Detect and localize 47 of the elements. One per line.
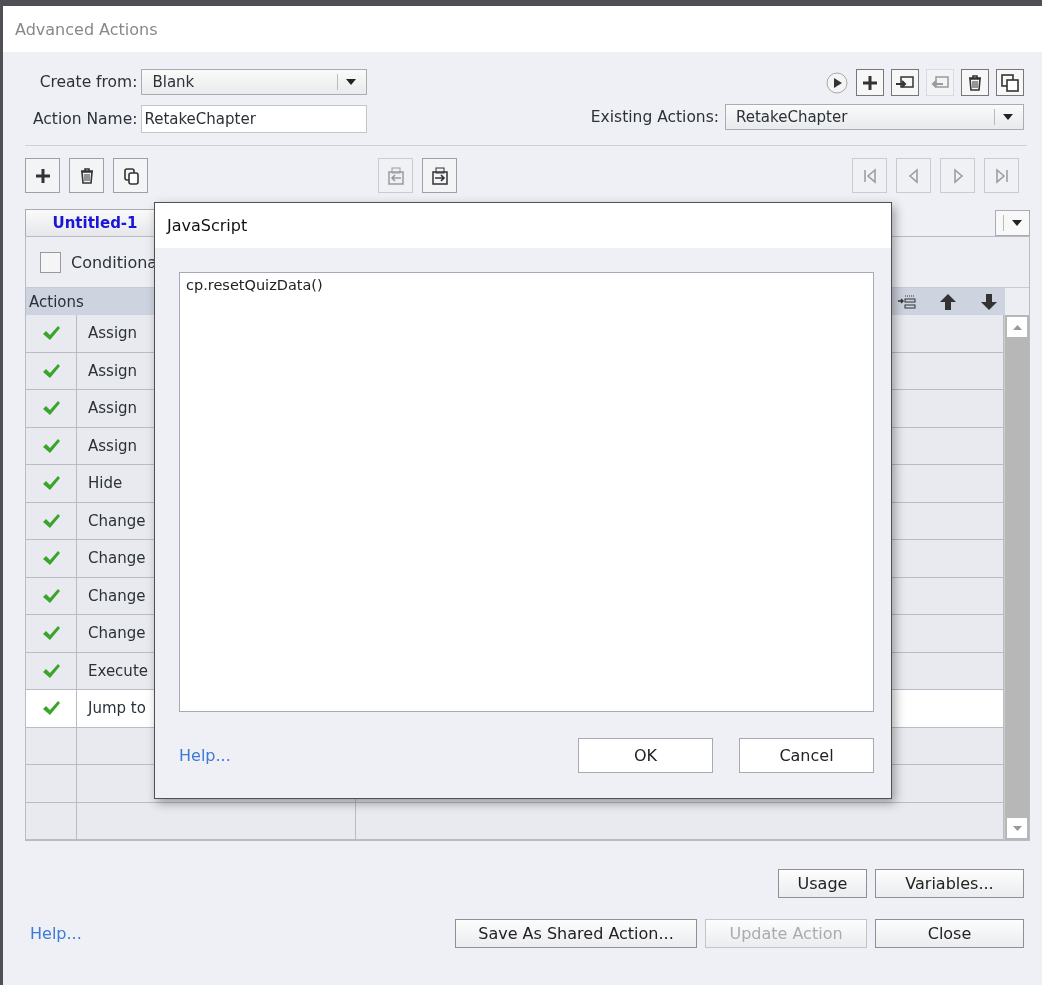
table-cell: Jump to [88, 699, 146, 718]
button[interactable]: Variables... [875, 869, 1024, 898]
table-cell: Assign [88, 399, 138, 418]
button[interactable]: OK [578, 738, 713, 773]
table-cell: Hide [88, 474, 123, 493]
table-cell: Change [88, 549, 146, 568]
table-cell: Change [88, 586, 146, 605]
duplicate-icon[interactable] [996, 69, 1024, 96]
scroll-up-icon[interactable] [1012, 324, 1022, 330]
existing-actions-dropdown[interactable]: RetakeChapter [725, 104, 1024, 130]
trash-icon[interactable] [961, 69, 989, 96]
window-title: Advanced Actions [15, 19, 158, 39]
caret-icon [1012, 220, 1022, 226]
table-cell: Assign [88, 436, 138, 455]
plus-icon[interactable] [25, 158, 60, 193]
button[interactable]: Cancel [739, 738, 874, 773]
code-editor[interactable]: cp.resetQuizData() [179, 272, 874, 712]
help-link[interactable]: Help... [179, 746, 231, 765]
conditional-label: Conditiona [71, 252, 158, 272]
table-cell: Assign [88, 324, 138, 343]
create-from-dropdown[interactable]: Blank [141, 69, 368, 95]
dialog-title: JavaScript [167, 216, 248, 235]
create-from-label: Create from: [38, 73, 138, 91]
column-header: Actions [29, 292, 84, 311]
button[interactable]: Save As Shared Action... [455, 919, 697, 948]
scroll-down-icon[interactable] [1012, 825, 1022, 831]
trash-icon[interactable] [69, 158, 104, 193]
paste-icon[interactable] [422, 158, 457, 193]
table-cell: Assign [88, 361, 138, 380]
action-name-label: Action Name: [33, 110, 138, 128]
checkbox[interactable] [40, 251, 61, 273]
import-icon[interactable] [891, 69, 919, 96]
action-name-field[interactable]: RetakeChapter [141, 105, 368, 133]
button[interactable]: Usage [778, 869, 867, 898]
caret-icon [346, 79, 357, 85]
help-link[interactable]: Help... [30, 924, 82, 943]
caret-icon [1003, 114, 1013, 120]
play-icon[interactable] [825, 69, 849, 96]
table-cell: Change [88, 511, 146, 530]
plus-icon[interactable] [856, 69, 884, 96]
existing-actions-label: Existing Actions: [590, 108, 719, 126]
table-cell: Execute [88, 661, 148, 680]
table-cell: Change [88, 624, 146, 643]
dropdown[interactable] [995, 210, 1030, 236]
scrollbar[interactable] [1004, 315, 1029, 840]
button[interactable]: Close [875, 919, 1024, 948]
copy-icon[interactable] [113, 158, 148, 193]
